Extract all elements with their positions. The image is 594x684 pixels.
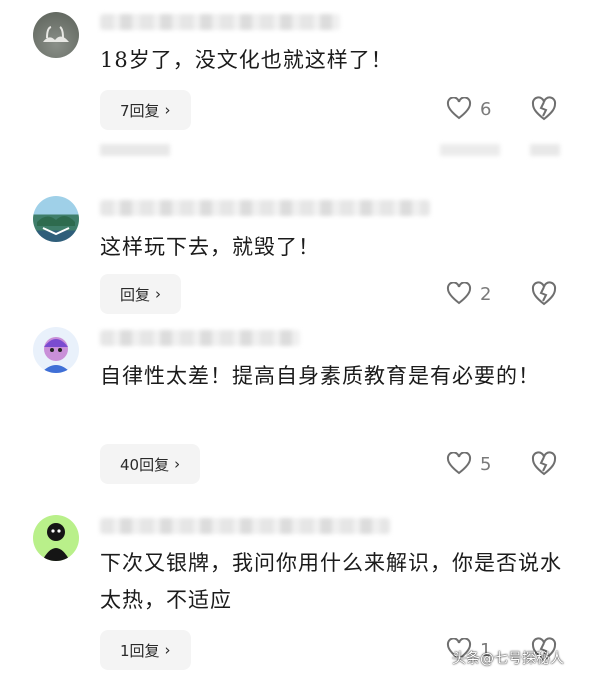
broken-heart-icon[interactable] xyxy=(530,96,558,122)
username-blurred xyxy=(100,14,340,30)
landscape-photo-icon xyxy=(37,215,75,236)
reply-label: 回复 xyxy=(120,285,151,304)
avatar[interactable] xyxy=(33,515,79,561)
comment-text: 下次又银牌，我问你用什么来解识，你是否说水太热，不适应 xyxy=(100,551,562,612)
username-blurred xyxy=(100,200,430,216)
like-button[interactable]: 2 xyxy=(446,281,491,307)
reply-button[interactable]: 回复 › xyxy=(100,274,182,314)
avatar[interactable] xyxy=(33,12,79,58)
avatar[interactable] xyxy=(33,196,79,242)
heart-outline-icon xyxy=(446,282,472,305)
comment-text: 这样玩下去，就毁了！ xyxy=(100,235,320,259)
chevron-right-icon: › xyxy=(164,101,171,119)
reply-button[interactable]: 40回复 › xyxy=(100,444,201,484)
like-button[interactable]: 5 xyxy=(446,451,491,477)
reply-label: 40回复 xyxy=(120,455,170,474)
meta-blurred xyxy=(100,144,560,156)
username-blurred xyxy=(100,518,390,534)
swan-photo-icon xyxy=(43,26,69,42)
like-count: 5 xyxy=(480,453,492,475)
chevron-right-icon: › xyxy=(155,285,162,303)
cartoon-avatar-icon xyxy=(41,337,71,373)
avatar[interactable] xyxy=(33,327,79,373)
heart-outline-icon xyxy=(446,97,472,120)
like-button[interactable]: 6 xyxy=(446,96,491,122)
comment-text: 自律性太差！提高自身素质教育是有必要的！ xyxy=(100,364,540,388)
username-blurred xyxy=(100,330,300,346)
chevron-right-icon: › xyxy=(164,641,171,659)
reply-button[interactable]: 7回复 › xyxy=(100,90,191,130)
watermark: 头条@七号探秘人 xyxy=(452,651,564,667)
reply-label: 7回复 xyxy=(120,101,160,120)
reply-button[interactable]: 1回复 › xyxy=(100,630,191,670)
silhouette-avatar-icon xyxy=(42,523,70,561)
reply-label: 1回复 xyxy=(120,641,160,660)
chevron-right-icon: › xyxy=(174,455,181,473)
like-count: 6 xyxy=(480,98,492,120)
heart-outline-icon xyxy=(446,452,472,475)
broken-heart-icon[interactable] xyxy=(530,451,558,477)
broken-heart-icon[interactable] xyxy=(530,281,558,307)
like-count: 2 xyxy=(480,283,492,305)
comment-text: 18岁了，没文化也就这样了！ xyxy=(100,48,393,72)
